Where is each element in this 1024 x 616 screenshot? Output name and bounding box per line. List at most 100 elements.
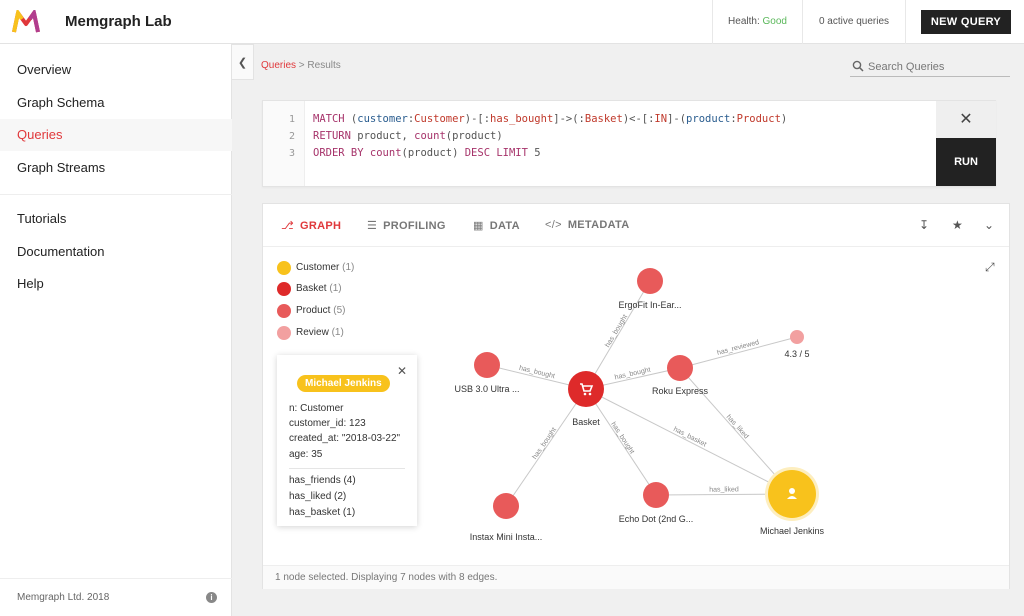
top-bar: Memgraph Lab Health: Good 0 active queri…	[0, 0, 1024, 44]
memgraph-logo-icon[interactable]	[12, 10, 40, 34]
sidebar-item-queries[interactable]: Queries	[0, 119, 232, 151]
code-line-3[interactable]: ORDER BY count(product) DESC LIMIT 5	[313, 147, 541, 159]
graph-node-label: Roku Express	[652, 386, 709, 396]
node-relation[interactable]: has_basket (1)	[289, 507, 355, 518]
line-number: 2	[288, 131, 295, 142]
line-number: 3	[288, 148, 295, 159]
results-panel: ⎇ GRAPH ☰ PROFILING ▦ DATA </> METADATA ↧ ★ …	[262, 203, 1010, 589]
graph-node-usb[interactable]: USB 3.0 Ultra ...	[454, 352, 520, 394]
star-icon[interactable]: ★	[952, 218, 963, 232]
search-input[interactable]	[868, 58, 1008, 76]
legend-count: (1)	[331, 327, 344, 338]
sidebar-item-help[interactable]: Help	[0, 268, 232, 300]
node-detail-card: Michael Jenkins ✕ n: Customer customer_i…	[277, 355, 417, 526]
graph-node-circle[interactable]	[790, 330, 804, 344]
graph-node-circle[interactable]	[474, 352, 500, 378]
sidebar-item-documentation[interactable]: Documentation	[0, 236, 232, 268]
graph-edge-label: has_basket	[672, 426, 707, 449]
query-editor[interactable]: 1 2 3 MATCH (customer:Customer)-[:has_bo…	[262, 100, 996, 187]
graph-edge-label: has_bought	[614, 367, 651, 382]
graph-node-circle[interactable]	[643, 482, 669, 508]
graph-node-basket[interactable]: Basket	[568, 371, 604, 427]
info-icon[interactable]: i	[206, 592, 217, 603]
chevron-down-icon[interactable]: ⌄	[984, 218, 994, 232]
new-query-button[interactable]: NEW QUERY	[921, 10, 1011, 34]
copyright-text: Memgraph Ltd. 2018	[17, 592, 110, 603]
breadcrumb-separator: >	[296, 60, 308, 71]
code-icon: </>	[545, 219, 562, 231]
graph-node-label: Basket	[572, 417, 600, 427]
app-title: Memgraph Lab	[65, 13, 172, 30]
legend-dot	[277, 282, 291, 296]
legend-dot	[277, 304, 291, 318]
graph-node-circle[interactable]	[493, 493, 519, 519]
breadcrumb-link-queries[interactable]: Queries	[261, 60, 296, 71]
status-bar: 1 node selected. Displaying 7 nodes with…	[263, 565, 1009, 589]
graph-node-michael[interactable]: Michael Jenkins	[760, 467, 825, 536]
close-card-button[interactable]: ✕	[397, 364, 407, 378]
legend-label: Customer	[296, 262, 340, 273]
sidebar-item-graph-schema[interactable]: Graph Schema	[0, 87, 232, 119]
node-name-badge: Michael Jenkins	[297, 375, 390, 392]
graph-node-circle[interactable]	[568, 371, 604, 407]
graph-node-roku[interactable]: Roku Express	[652, 355, 709, 396]
search-box	[850, 57, 1010, 77]
graph-node-label: 4.3 / 5	[784, 349, 809, 359]
graph-node-review[interactable]: 4.3 / 5	[784, 330, 810, 359]
graph-node-echo[interactable]: Echo Dot (2nd G...	[619, 482, 694, 524]
code-line-2[interactable]: RETURN product, count(product)	[313, 130, 503, 142]
graph-node-circle[interactable]	[667, 355, 693, 381]
graph-node-ergofit[interactable]: ErgoFit In-Ear...	[618, 268, 682, 310]
tab-label: GRAPH	[299, 220, 342, 232]
node-property: customer_id: 123	[289, 418, 366, 429]
graph-edge-michael-basket[interactable]	[585, 388, 793, 495]
legend-count: (5)	[333, 305, 346, 316]
legend-label: Basket	[296, 283, 327, 294]
breadcrumb: Queries > Results	[261, 60, 341, 71]
node-relation[interactable]: has_liked (2)	[289, 491, 346, 502]
graph-node-label: Instax Mini Insta...	[470, 532, 543, 542]
sidebar-item-tutorials[interactable]: Tutorials	[0, 203, 232, 235]
person-icon	[789, 488, 795, 494]
graph-node-label: Michael Jenkins	[760, 526, 825, 536]
tab-label: DATA	[489, 220, 520, 232]
sidebar-item-graph-streams[interactable]: Graph Streams	[0, 152, 232, 184]
node-property: created_at: "2018-03-22"	[289, 433, 401, 444]
tab-metadata[interactable]: </> METADATA	[545, 219, 629, 231]
graph-edge-label: has_bought	[518, 365, 555, 380]
profiling-icon: ☰	[367, 220, 378, 232]
download-icon[interactable]: ↧	[919, 218, 929, 232]
tab-data[interactable]: ▦ DATA	[473, 219, 520, 232]
line-number-gutter: 1 2 3	[263, 101, 305, 186]
legend-dot	[277, 261, 291, 275]
graph-node-instax[interactable]: Instax Mini Insta...	[470, 493, 543, 542]
legend-count: (1)	[342, 262, 355, 273]
health-label: Health:	[728, 16, 760, 27]
graph-node-label: ErgoFit In-Ear...	[618, 300, 681, 310]
graph-node-label: USB 3.0 Ultra ...	[454, 384, 519, 394]
close-icon: ✕	[397, 364, 408, 378]
legend-count: (1)	[329, 283, 342, 294]
code-line-1[interactable]: MATCH (customer:Customer)-[:has_bought]-…	[313, 113, 787, 125]
fullscreen-icon[interactable]: ⤢	[985, 260, 997, 274]
sidebar-item-overview[interactable]: Overview	[0, 54, 232, 86]
graph-node-circle[interactable]	[637, 268, 663, 294]
tab-profiling[interactable]: ☰ PROFILING	[367, 219, 446, 232]
graph-edge-label: has_liked	[725, 414, 750, 441]
active-queries-count: 0 active queries	[802, 0, 906, 44]
health-status: Health: Good	[712, 0, 802, 44]
node-relation[interactable]: has_friends (4)	[289, 475, 356, 486]
line-number: 1	[288, 114, 295, 125]
close-icon: ✕	[959, 111, 973, 128]
sidebar: Overview Graph Schema Queries Graph Stre…	[0, 44, 232, 616]
card-divider	[289, 468, 405, 469]
run-query-button[interactable]: RUN	[936, 138, 996, 186]
search-icon	[852, 60, 864, 72]
node-property: age: 35	[289, 449, 323, 460]
graph-edge-review-roku[interactable]	[679, 336, 798, 369]
collapse-sidebar-button[interactable]: ❮	[232, 44, 254, 80]
tab-graph[interactable]: ⎇ GRAPH	[281, 219, 341, 232]
cart-wheel	[583, 392, 587, 396]
clear-editor-button[interactable]: ✕	[936, 101, 996, 138]
graph-edge-label: has_bought	[609, 421, 635, 455]
